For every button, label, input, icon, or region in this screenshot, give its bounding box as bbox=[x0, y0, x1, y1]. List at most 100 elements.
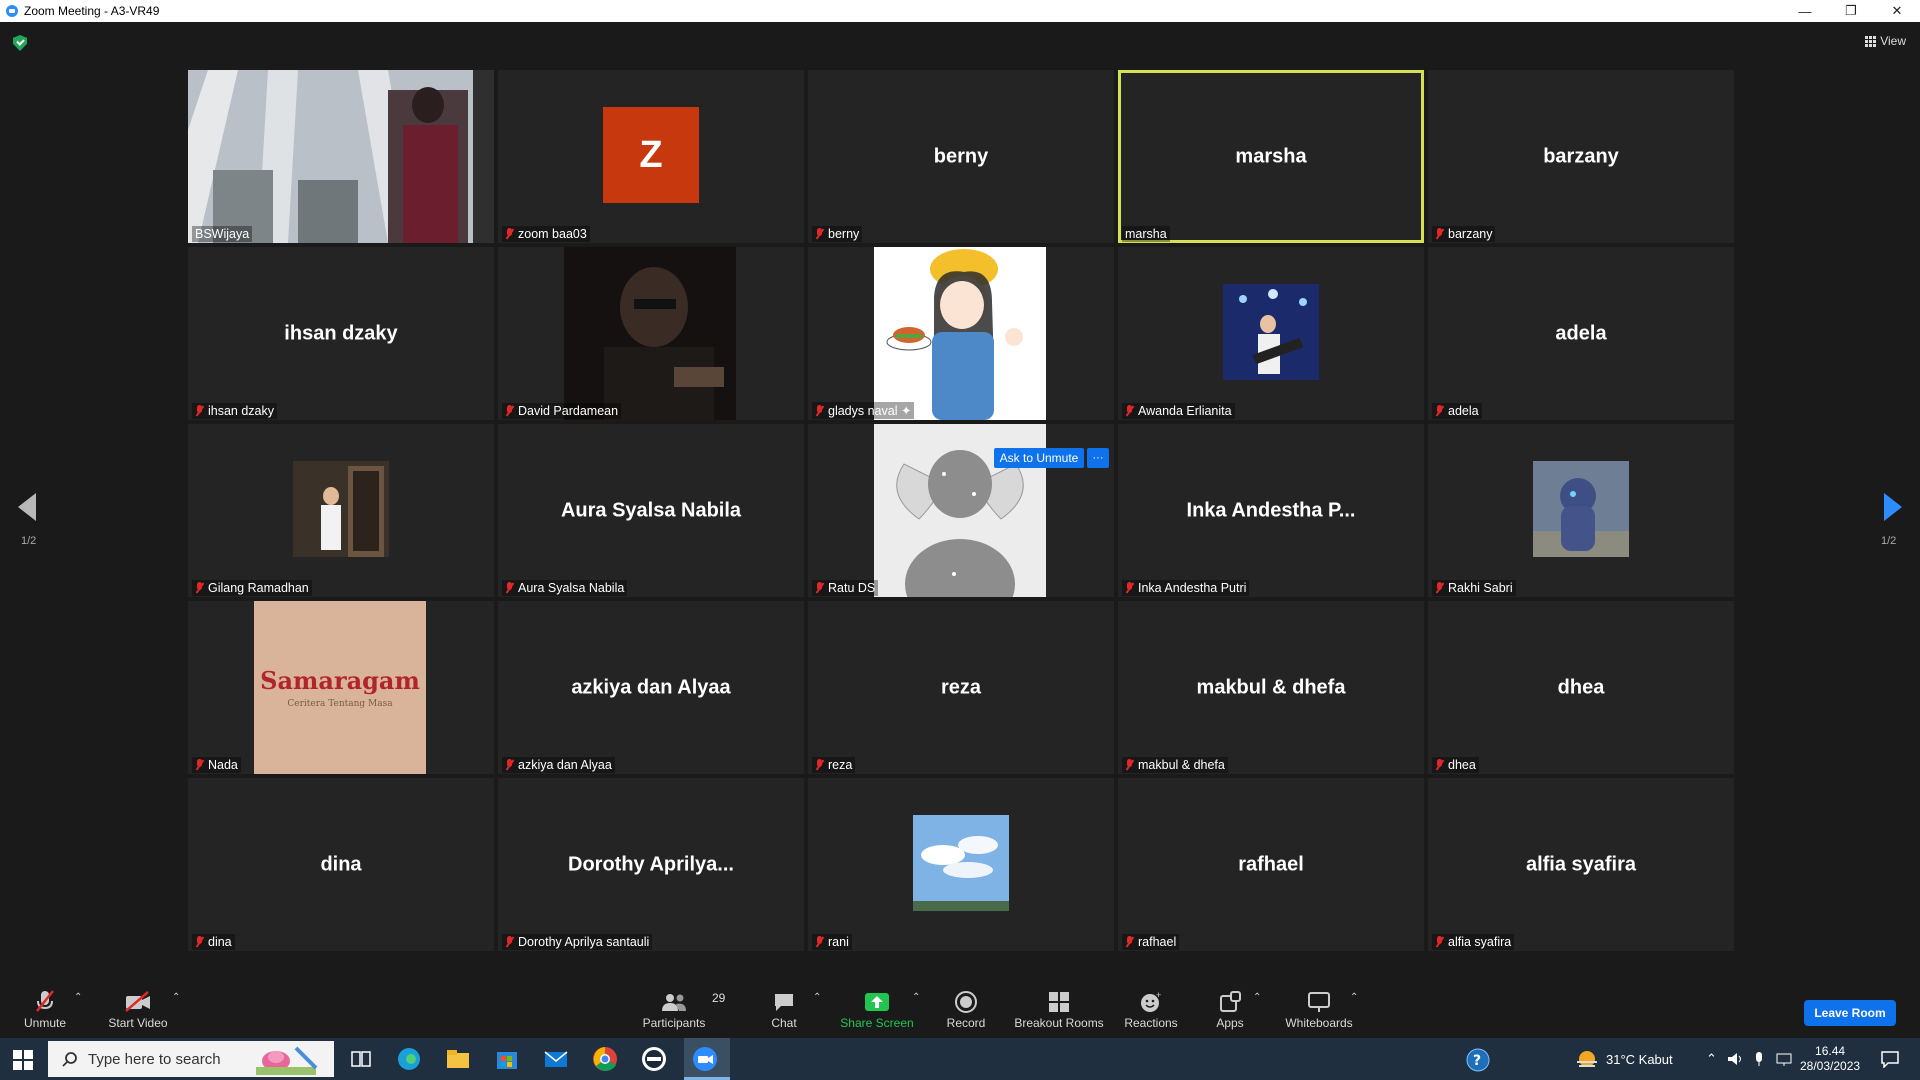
share-screen-button[interactable]: Share Screen bbox=[838, 980, 916, 1038]
participant-tile[interactable]: berny berny bbox=[808, 70, 1114, 243]
participant-tile[interactable]: azkiya dan Alyaa azkiya dan Alyaa bbox=[498, 601, 804, 774]
participant-display-name: barzany bbox=[1543, 145, 1619, 167]
help-question-icon[interactable]: ? bbox=[1466, 1048, 1490, 1072]
participant-name-label: David Pardamean bbox=[502, 403, 622, 419]
muted-mic-icon bbox=[505, 228, 514, 240]
muted-mic-icon bbox=[1125, 405, 1134, 417]
participant-tile[interactable]: Aura Syalsa Nabila Aura Syalsa Nabila bbox=[498, 424, 804, 597]
participant-tile[interactable]: gladys naval ✦ bbox=[808, 247, 1114, 420]
participant-name: Dorothy Aprilya santauli bbox=[518, 935, 650, 949]
participant-name: BSWijaya bbox=[195, 227, 250, 241]
video-off-icon bbox=[125, 990, 150, 1012]
next-page-arrow-icon[interactable] bbox=[1884, 493, 1902, 521]
participant-tile[interactable]: Dorothy Aprilya... Dorothy Aprilya santa… bbox=[498, 778, 804, 951]
participant-name-label: azkiya dan Alyaa bbox=[502, 757, 615, 773]
windows-start-icon[interactable] bbox=[13, 1050, 33, 1070]
muted-mic-icon bbox=[815, 404, 824, 417]
video-options-caret-icon[interactable]: ⌃ bbox=[172, 992, 180, 1003]
participant-name: azkiya dan Alyaa bbox=[518, 758, 612, 772]
breakout-rooms-button[interactable]: Breakout Rooms bbox=[1012, 980, 1106, 1038]
participant-tile[interactable]: alfia syafira alfia syafira bbox=[1428, 778, 1734, 951]
participant-profile-illustration bbox=[874, 247, 1046, 420]
participant-name: David Pardamean bbox=[518, 404, 619, 418]
participant-name-label: Nada bbox=[192, 757, 241, 773]
participant-tile[interactable]: Rakhi Sabri bbox=[1428, 424, 1734, 597]
logo-text: Samaragam bbox=[260, 666, 420, 695]
participant-tile[interactable]: dhea dhea bbox=[1428, 601, 1734, 774]
unmute-button[interactable]: Unmute bbox=[16, 980, 74, 1038]
microsoft-store-icon[interactable] bbox=[494, 1046, 520, 1072]
close-icon[interactable]: ✕ bbox=[1874, 0, 1920, 22]
participant-tile[interactable]: Gilang Ramadhan bbox=[188, 424, 494, 597]
participant-name-label: Ratu DS bbox=[812, 580, 879, 596]
record-icon bbox=[955, 990, 977, 1013]
participants-button[interactable]: 29 Participants bbox=[636, 980, 726, 1038]
participant-tile[interactable]: barzany barzany bbox=[1428, 70, 1734, 243]
zoom-taskbar-icon[interactable] bbox=[692, 1046, 718, 1072]
participant-tile[interactable]: Inka Andestha P... Inka Andestha Putri bbox=[1118, 424, 1424, 597]
participant-name-label: Rakhi Sabri bbox=[1432, 580, 1516, 596]
participant-profile-logo: Samaragam Ceritera Tentang Masa bbox=[254, 601, 426, 774]
audio-options-caret-icon[interactable]: ⌃ bbox=[74, 992, 82, 1003]
participant-tile[interactable]: rani bbox=[808, 778, 1114, 951]
participant-display-name: dina bbox=[320, 853, 362, 875]
participants-label: Participants bbox=[642, 1015, 706, 1030]
muted-mic-icon bbox=[505, 405, 514, 417]
whiteboards-button[interactable]: Whiteboards bbox=[1282, 980, 1356, 1038]
ask-to-unmute-button[interactable]: Ask to Unmute bbox=[994, 448, 1084, 468]
participant-profile-photo bbox=[913, 815, 1009, 911]
speaker-volume-icon[interactable] bbox=[1727, 1051, 1743, 1067]
record-button[interactable]: Record bbox=[940, 980, 992, 1038]
participant-name-label: marsha bbox=[1122, 226, 1170, 242]
view-button[interactable]: View bbox=[1865, 34, 1906, 48]
reactions-button[interactable]: + Reactions bbox=[1120, 980, 1182, 1038]
taskbar-search-box[interactable]: Type here to search bbox=[48, 1041, 334, 1077]
security-shield-icon[interactable] bbox=[13, 35, 27, 51]
search-highlight-illustration bbox=[256, 1046, 318, 1075]
participant-tile[interactable]: BSWijaya bbox=[188, 70, 494, 243]
participant-name: Gilang Ramadhan bbox=[208, 581, 309, 595]
participant-tile[interactable]: adela adela bbox=[1428, 247, 1734, 420]
show-hidden-icons-chevron-icon[interactable]: ⌃ bbox=[1706, 1051, 1717, 1067]
chrome-browser-icon[interactable] bbox=[592, 1046, 618, 1072]
participant-tile[interactable]: Samaragam Ceritera Tentang Masa Nada bbox=[188, 601, 494, 774]
file-explorer-icon[interactable] bbox=[445, 1046, 471, 1072]
weather-widget[interactable]: 31°C Kabut bbox=[1574, 1038, 1673, 1080]
participant-name: gladys naval ✦ bbox=[828, 404, 912, 418]
more-options-button[interactable]: ··· bbox=[1087, 448, 1109, 468]
microphone-icon[interactable] bbox=[1753, 1051, 1765, 1067]
network-icon[interactable] bbox=[1775, 1051, 1793, 1067]
participant-name-label: rani bbox=[812, 934, 852, 950]
start-video-button[interactable]: Start Video bbox=[104, 980, 172, 1038]
participant-tile[interactable]: ihsan dzaky ihsan dzaky bbox=[188, 247, 494, 420]
edge-browser-icon[interactable] bbox=[396, 1046, 422, 1072]
previous-page-arrow-icon[interactable] bbox=[18, 493, 36, 521]
participant-name-label: dina bbox=[192, 934, 235, 950]
apps-button[interactable]: Apps bbox=[1212, 980, 1248, 1038]
mail-icon[interactable] bbox=[543, 1046, 569, 1072]
participant-tile[interactable]: reza reza bbox=[808, 601, 1114, 774]
apps-options-caret-icon[interactable]: ⌃ bbox=[1253, 992, 1261, 1003]
leave-room-button[interactable]: Leave Room bbox=[1804, 1000, 1896, 1026]
participant-tile-active-speaker[interactable]: marsha marsha bbox=[1118, 70, 1424, 243]
chat-options-caret-icon[interactable]: ⌃ bbox=[813, 992, 821, 1003]
task-view-icon[interactable] bbox=[348, 1046, 374, 1072]
participant-name-label: rafhael bbox=[1122, 934, 1180, 950]
restore-icon[interactable]: ❐ bbox=[1828, 0, 1874, 22]
minimize-icon[interactable]: — bbox=[1782, 0, 1828, 22]
svg-text:+: + bbox=[1156, 991, 1161, 1000]
participant-tile[interactable]: rafhael rafhael bbox=[1118, 778, 1424, 951]
participant-tile[interactable]: David Pardamean bbox=[498, 247, 804, 420]
app-circle-icon[interactable] bbox=[641, 1046, 667, 1072]
participant-tile[interactable]: makbul & dhefa makbul & dhefa bbox=[1118, 601, 1424, 774]
share-options-caret-icon[interactable]: ⌃ bbox=[912, 992, 920, 1003]
participant-tile[interactable]: Z zoom baa03 bbox=[498, 70, 804, 243]
participant-tile[interactable]: Awanda Erlianita bbox=[1118, 247, 1424, 420]
notification-center-icon[interactable] bbox=[1880, 1050, 1900, 1068]
meeting-toolbar: Unmute ⌃ Start Video ⌃ 29 Participants C… bbox=[0, 980, 1920, 1038]
chat-button[interactable]: Chat bbox=[764, 980, 804, 1038]
system-clock[interactable]: 16.44 28/03/2023 bbox=[1800, 1038, 1860, 1080]
participant-tile[interactable]: dina dina bbox=[188, 778, 494, 951]
whiteboards-options-caret-icon[interactable]: ⌃ bbox=[1350, 992, 1358, 1003]
participant-name: makbul & dhefa bbox=[1138, 758, 1225, 772]
